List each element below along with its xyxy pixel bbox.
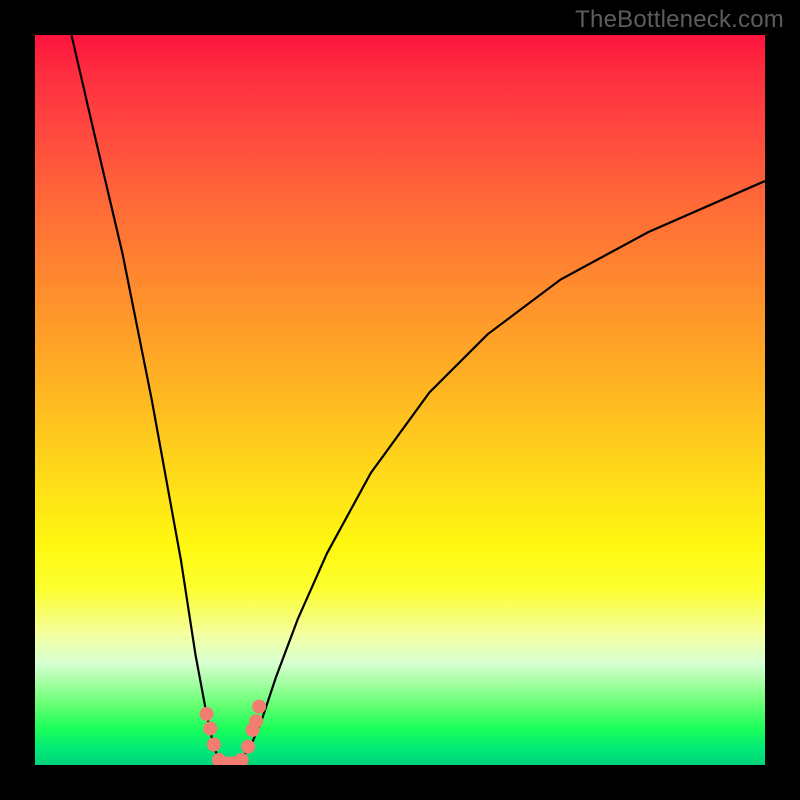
chart-frame: TheBottleneck.com (0, 0, 800, 800)
data-marker (200, 707, 214, 721)
data-marker (207, 738, 221, 752)
plot-area (35, 35, 765, 765)
data-marker (249, 714, 263, 728)
bottleneck-curve-path (72, 35, 766, 765)
data-marker (203, 722, 217, 736)
attribution-text: TheBottleneck.com (575, 6, 784, 34)
data-marker (252, 700, 266, 714)
markers-group (200, 700, 267, 765)
data-marker (235, 753, 249, 765)
chart-svg (35, 35, 765, 765)
curve-group (72, 35, 766, 765)
data-marker (241, 740, 255, 754)
